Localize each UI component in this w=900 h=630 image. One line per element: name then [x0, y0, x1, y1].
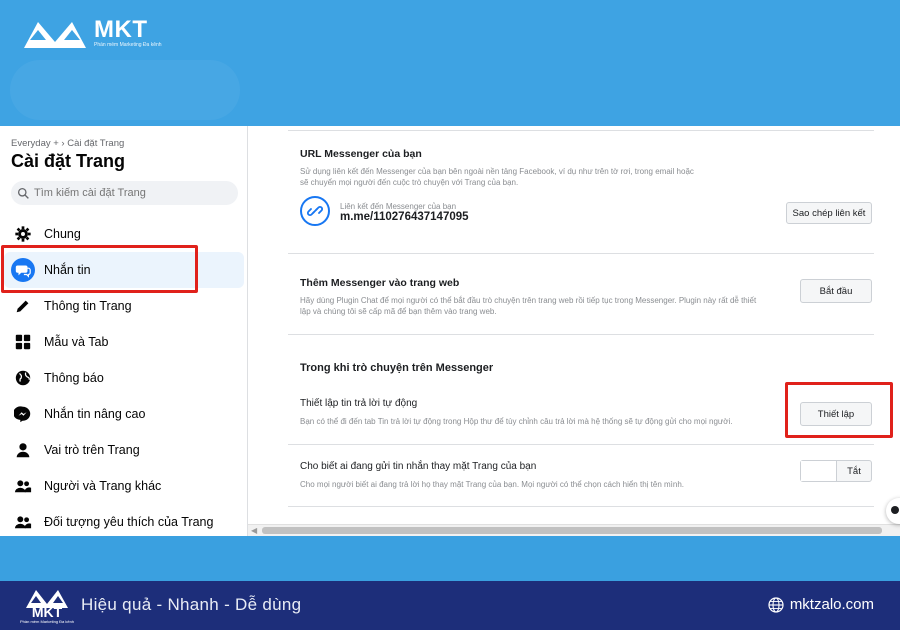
- grid-icon: [11, 330, 35, 354]
- link-icon: [300, 196, 330, 226]
- divider: [288, 444, 874, 445]
- footer-logo: MKT Phần mềm Marketing Đa kênh: [20, 587, 74, 624]
- facebook-settings-screenshot: Everyday + › Cài đặt Trang Cài đặt Trang…: [0, 126, 900, 536]
- sidebar-item-label: Thông tin Trang: [44, 299, 132, 313]
- auto-reply-title: Thiết lập tin trả lời tự động: [300, 398, 418, 409]
- sidebar-item-label: Chung: [44, 227, 81, 241]
- sidebar-item-label: Nhắn tin nâng cao: [44, 407, 146, 421]
- sidebar-item-label: Đối tượng yêu thích của Trang: [44, 515, 214, 529]
- divider: [288, 334, 874, 335]
- person-icon: [11, 438, 35, 462]
- sender-identity-title: Cho biết ai đang gửi tin nhắn thay mặt T…: [300, 461, 537, 472]
- footer-bar: MKT Phần mềm Marketing Đa kênh Hiệu quả …: [0, 581, 900, 630]
- messenger-link-value[interactable]: m.me/110276437147095: [340, 211, 469, 223]
- setup-auto-reply-button[interactable]: Thiết lập: [800, 402, 872, 426]
- during-chat-heading: Trong khi trò chuyện trên Messenger: [300, 362, 494, 374]
- footer-brand-name: MKT: [31, 604, 63, 620]
- footer-website-text[interactable]: mktzalo.com: [790, 596, 874, 613]
- settings-sidebar: Everyday + › Cài đặt Trang Cài đặt Trang…: [0, 126, 248, 536]
- sender-identity-desc: Cho mọi người biết ai đang trả lời họ th…: [300, 480, 684, 489]
- sidebar-item-page-info[interactable]: Thông tin Trang: [4, 288, 244, 324]
- scrollbar-thumb[interactable]: [262, 527, 882, 534]
- url-section-desc-1: Sử dụng liên kết đến Messenger của bạn b…: [300, 167, 694, 176]
- url-section-desc-2: sẽ chuyển mọi người đến cuộc trò chuyện …: [300, 178, 519, 187]
- search-icon: [17, 187, 29, 199]
- messaging-settings-content: URL Messenger của bạn Sử dụng liên kết đ…: [262, 126, 900, 536]
- globe-icon: [768, 596, 784, 613]
- website-section-desc-2: lập và chúng tôi sẽ cấp mã để bạn thêm v…: [300, 307, 497, 316]
- sidebar-item-advanced-messaging[interactable]: Nhắn tin nâng cao: [4, 396, 244, 432]
- divider: [288, 253, 874, 254]
- messenger-link-label: Liên kết đến Messenger của bạn: [340, 202, 457, 211]
- sidebar-item-label: Thông báo: [44, 371, 104, 385]
- sidebar-item-general[interactable]: Chung: [4, 216, 244, 252]
- chat-bubble-icon: [11, 258, 35, 282]
- footer-slogan: Hiệu quả - Nhanh - Dễ dùng: [81, 595, 302, 614]
- footer-website[interactable]: mktzalo.com: [768, 596, 874, 613]
- sidebar-item-page-roles[interactable]: Vai trò trên Trang: [4, 432, 244, 468]
- sidebar-item-templates-tabs[interactable]: Mẫu và Tab: [4, 324, 244, 360]
- settings-nav: Chung Nhắn tin Thông tin Trang Mẫu và Ta…: [4, 216, 244, 536]
- globe-icon: [11, 366, 35, 390]
- page-title: Cài đặt Trang: [11, 151, 126, 171]
- scroll-left-icon[interactable]: ◀: [251, 526, 257, 535]
- sidebar-item-preferred-audience[interactable]: Đối tượng yêu thích của Trang: [4, 504, 244, 536]
- sender-identity-toggle[interactable]: Tắt: [800, 460, 872, 482]
- website-section-desc-1: Hãy dùng Plugin Chat để mọi người có thể…: [300, 296, 757, 305]
- sidebar-item-messaging[interactable]: Nhắn tin: [4, 252, 244, 288]
- toggle-knob: [801, 461, 837, 481]
- get-started-button[interactable]: Bắt đầu: [800, 279, 872, 303]
- people-icon: [11, 510, 35, 534]
- sidebar-item-label: Vai trò trên Trang: [44, 443, 140, 457]
- footer-brand-tagline: Phần mềm Marketing Đa kênh: [20, 619, 75, 624]
- brand-tagline: Phần mềm Marketing Đa kênh: [94, 42, 162, 48]
- copy-link-button[interactable]: Sao chép liên kết: [786, 202, 872, 224]
- gear-icon: [11, 222, 35, 246]
- auto-reply-desc: Bạn có thể đi đến tab Tin trả lời tự độn…: [300, 417, 733, 426]
- dot-icon: [891, 506, 899, 514]
- sidebar-item-people-other-pages[interactable]: Người và Trang khác: [4, 468, 244, 504]
- header-glow: [10, 60, 240, 120]
- divider: [288, 506, 874, 507]
- search-input[interactable]: [34, 187, 224, 199]
- brand-name: MKT: [94, 16, 148, 43]
- settings-search[interactable]: [11, 181, 238, 205]
- url-section-title: URL Messenger của bạn: [300, 148, 422, 160]
- toggle-label: Tắt: [847, 465, 861, 477]
- mkt-logo-icon: [24, 22, 86, 48]
- horizontal-scrollbar[interactable]: ◀: [248, 524, 900, 536]
- breadcrumb[interactable]: Everyday + › Cài đặt Trang: [11, 138, 124, 149]
- divider: [288, 130, 874, 131]
- pencil-icon: [11, 294, 35, 318]
- header-band: MKT Phần mềm Marketing Đa kênh: [0, 0, 900, 126]
- sidebar-item-label: Người và Trang khác: [44, 479, 162, 493]
- website-section-title: Thêm Messenger vào trang web: [300, 277, 460, 289]
- sidebar-item-label: Mẫu và Tab: [44, 335, 109, 349]
- brand-logo: MKT Phần mềm Marketing Đa kênh: [22, 16, 162, 50]
- sidebar-item-label: Nhắn tin: [44, 263, 91, 277]
- sidebar-item-notifications[interactable]: Thông báo: [4, 360, 244, 396]
- people-icon: [11, 474, 35, 498]
- messenger-icon: [11, 402, 35, 426]
